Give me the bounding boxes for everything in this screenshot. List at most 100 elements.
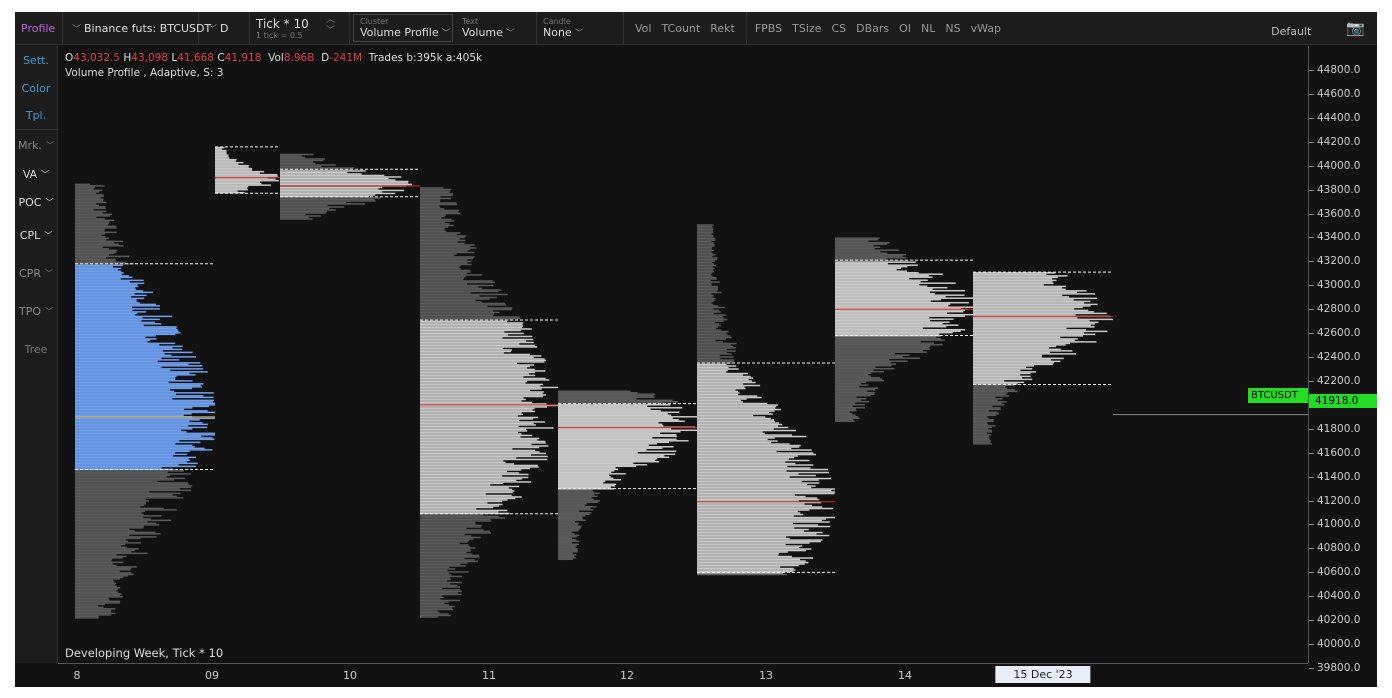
profile-bar <box>75 458 189 460</box>
profile-bar <box>420 566 450 569</box>
profile-button[interactable]: Profile <box>15 12 63 44</box>
profile-bar <box>835 304 949 307</box>
profile-bar <box>75 555 127 558</box>
profile-bar <box>697 408 781 411</box>
tick-stepper[interactable]: Tick * 10 1 tick = 0.5 ︿ ﹀ <box>250 12 350 44</box>
price-tick: 42400.0 <box>1309 351 1360 363</box>
profile-bar <box>420 329 521 332</box>
sidebar-tpl[interactable]: Tpl. <box>15 102 57 130</box>
profile-bar <box>835 412 853 415</box>
profile-bar <box>420 281 495 284</box>
profile-bar <box>75 540 129 543</box>
profile-bar <box>75 186 95 189</box>
sidebar-color[interactable]: Color <box>15 74 57 102</box>
profile-bar <box>75 545 121 547</box>
profile-bar <box>835 391 875 394</box>
candle-value: None ﹀ <box>543 26 584 39</box>
profile-bar <box>697 573 788 576</box>
timeframe-select[interactable]: ﹀ D <box>199 12 250 44</box>
profile-bar <box>558 417 673 420</box>
stepper-arrows-icon[interactable]: ︿ ﹀ <box>326 15 335 37</box>
sidebar-sett[interactable]: Sett. <box>15 46 57 74</box>
profile-bar <box>697 317 724 319</box>
profile-bar <box>75 444 193 447</box>
profile-bar <box>697 446 800 448</box>
profile-bar <box>973 366 1027 369</box>
profile-bar <box>697 476 790 478</box>
sidebar-mrk[interactable]: Mrk. ﹀ <box>15 130 57 160</box>
profile-bar <box>835 303 951 305</box>
profile-bar <box>835 393 875 395</box>
sidebar-cpl[interactable]: CPL ﹀ <box>15 216 57 254</box>
toggle-vol[interactable]: Vol <box>630 22 656 35</box>
time-axis[interactable]: 8 09 10 11 12 13 14 15 Dec '23 <box>58 663 1308 687</box>
profile-bar <box>75 308 160 310</box>
toggle-oi[interactable]: OI <box>894 22 916 35</box>
profile-bar <box>420 502 488 504</box>
profile-bar <box>420 310 493 312</box>
profile-bar <box>75 246 103 249</box>
profile-bar <box>280 200 376 202</box>
text-select[interactable]: Text Volume ﹀ <box>456 12 537 44</box>
profile-bar <box>558 525 582 528</box>
instrument-select[interactable]: ﹀ Binance futs: BTCUSDT <box>63 12 211 44</box>
profile-bar <box>280 183 412 186</box>
candle-select[interactable]: Candle None ﹀ <box>537 12 624 44</box>
profile-bar <box>420 472 520 474</box>
toggle-dbars[interactable]: DBars <box>851 22 894 35</box>
profile-bar <box>697 332 727 334</box>
volume-value: 8.96B <box>283 52 315 64</box>
profile-bar <box>558 455 665 457</box>
profile-bar <box>558 444 649 447</box>
profile-bar <box>420 191 450 194</box>
profile-bar <box>973 321 1099 324</box>
toggle-tcount[interactable]: TCount <box>656 22 705 35</box>
profile-bar <box>973 420 994 423</box>
sidebar-cpr[interactable]: CPR ﹀ <box>15 254 57 292</box>
profile-bar <box>420 254 455 257</box>
profile-bar <box>420 439 538 441</box>
profile-bar <box>420 211 459 213</box>
profile-bar <box>420 289 502 291</box>
profile-bar <box>835 385 860 388</box>
profile-bar <box>75 258 116 261</box>
template-select[interactable]: Default <box>1266 12 1341 44</box>
profile-bar <box>697 561 809 564</box>
low-value: 41,668 <box>177 52 214 64</box>
profile-bar <box>973 377 1023 379</box>
profile-bar <box>75 437 213 439</box>
toggle-rekt[interactable]: Rekt <box>705 22 740 35</box>
toggle-vwap[interactable]: vWap <box>966 22 1006 35</box>
profile-bar <box>75 567 132 570</box>
toggle-ns[interactable]: NS <box>940 22 965 35</box>
toggle-nl[interactable]: NL <box>916 22 940 35</box>
profile-bar <box>420 608 454 611</box>
profile-bar <box>697 506 823 508</box>
profile-bar <box>835 237 880 239</box>
price-axis[interactable]: 44800.0 44600.0 44400.0 44200.0 44000.0 43800… <box>1308 46 1377 674</box>
toggle-cs[interactable]: CS <box>826 22 851 35</box>
camera-icon[interactable]: 📷 <box>1341 12 1377 44</box>
sidebar-tpo[interactable]: TPO ﹀ <box>15 292 57 330</box>
profile-bar <box>215 157 230 159</box>
sidebar-poc[interactable]: POC ﹀ <box>15 188 57 216</box>
profile-bar <box>420 272 467 275</box>
profile-bar <box>558 429 697 432</box>
profile-bar <box>75 485 193 487</box>
sidebar-tree[interactable]: Tree <box>15 330 57 368</box>
profile-bar <box>973 425 996 427</box>
cluster-select[interactable]: Cluster Volume Profile ﹀ <box>353 14 453 42</box>
profile-bar <box>835 342 935 344</box>
profile-bar <box>558 503 587 505</box>
profile-bar <box>75 338 157 340</box>
profile-bar <box>75 291 153 294</box>
profile-bar <box>420 241 458 243</box>
profile-bar <box>973 356 1042 358</box>
toggle-tsize[interactable]: TSize <box>787 22 826 35</box>
profile-bar <box>420 458 548 461</box>
sidebar-va[interactable]: VA ﹀ <box>15 160 57 188</box>
toggle-fpbs[interactable]: FPBS <box>750 22 787 35</box>
chart-area[interactable] <box>58 46 1308 663</box>
profile-bar <box>280 213 306 216</box>
profile-bar <box>697 566 781 568</box>
